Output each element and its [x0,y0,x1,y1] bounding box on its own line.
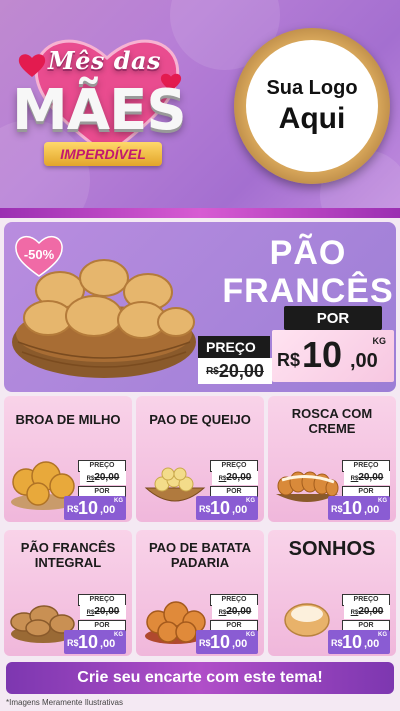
mini-old-price: R$20,00 [344,471,390,485]
preco-label: PREÇO [198,336,270,358]
footnote: *Imagens Meramente Ilustrativas [6,698,123,707]
old-price-currency: R$ [206,365,219,377]
mini-old-price: R$20,00 [212,471,258,485]
hero-title-line-2: FRANCÊS [222,272,394,310]
old-price-value: 20,00 [218,360,264,381]
new-price-value: 10 [302,334,343,375]
new-price: R$ 10 ,00 KG [272,330,394,382]
mini-new-price: R$ 10,00 KG [328,630,390,654]
ribbon-badge: IMPERDÍVEL [44,142,162,166]
header-banner: Mês das MÃES IMPERDÍVEL Sua Logo Aqui [0,0,400,215]
new-price-decimals: ,00 [350,350,378,372]
product-name: ROSCA COM CREME [291,406,373,436]
title-line-2: MÃES [12,78,187,143]
product-name: PÃO FRANCÊS INTEGRAL [20,540,116,570]
hero-product-name: PÃO FRANCÊS [218,234,398,310]
product-name: SONHOS [288,538,376,560]
mini-old-price: R$20,00 [80,605,126,619]
mini-old-price: R$20,00 [344,605,390,619]
old-price: R$ 20,00 [198,358,272,384]
mini-new-price: R$ 10,00 KG [196,630,258,654]
mini-new-price: R$ 10,00 KG [328,496,390,520]
hero-product: -50% PÃO FRANCÊS POR PREÇO R$ 20,00 R$ 10… [4,222,396,392]
mini-new-price: R$ 10,00 KG [196,496,258,520]
hero-title-line-1: PÃO [269,234,347,272]
ribbon-label: IMPERDÍVEL [60,146,146,162]
title-line-1: Mês das [48,46,162,75]
logo-placeholder: Sua Logo Aqui [234,28,390,184]
product-card[interactable]: ROSCA COM CREME PREÇO R$20,00 POR R$ 10,0… [268,396,396,522]
mini-new-price: R$ 10,00 KG [64,630,126,654]
small-heart-icon [18,54,46,77]
product-card[interactable]: BROA DE MILHO PREÇO R$20,00 POR R$ 10,00 K… [4,396,132,522]
mini-new-price: R$ 10,00 KG [64,496,126,520]
new-price-currency: R$ [277,350,301,370]
new-price-unit: KG [372,336,387,346]
mini-old-price: R$20,00 [80,471,126,485]
por-label: POR [284,306,382,330]
logo-text-2: Aqui [278,101,346,135]
product-card[interactable]: SONHOS PREÇO R$20,00 POR R$ 10,00 KG [268,530,396,656]
product-name: PAO DE QUEIJO [149,412,251,427]
bread-basket-image [12,259,196,378]
mini-old-price: R$20,00 [212,605,258,619]
product-card[interactable]: PAO DE BATATA PADARIA PREÇO R$20,00 POR … [136,530,264,656]
product-name: PAO DE BATATA PADARIA [148,540,252,570]
logo-text-1: Sua Logo [266,76,358,99]
cta-button[interactable]: Crie seu encarte com este tema! [6,662,394,694]
product-name: BROA DE MILHO [15,412,121,427]
header-divider [0,208,400,218]
product-card[interactable]: PAO DE QUEIJO PREÇO R$20,00 POR R$ 10,00 K… [136,396,264,522]
product-card[interactable]: PÃO FRANCÊS INTEGRAL PREÇO R$20,00 POR R… [4,530,132,656]
